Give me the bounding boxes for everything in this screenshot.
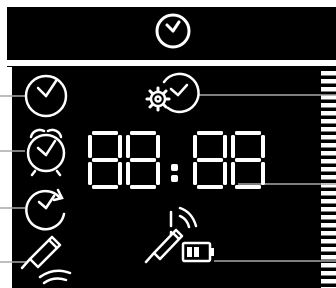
segment-b bbox=[156, 135, 160, 158]
battery-cell bbox=[187, 247, 192, 257]
segment-c bbox=[261, 162, 265, 185]
ladder-segment bbox=[321, 151, 336, 156]
segment-e bbox=[88, 162, 92, 185]
segment-b bbox=[261, 135, 265, 158]
segment-g bbox=[235, 158, 261, 162]
segment-a bbox=[235, 131, 261, 135]
ladder-segment bbox=[321, 215, 336, 220]
segment-d bbox=[235, 185, 261, 189]
ladder-segment bbox=[321, 119, 336, 124]
ladder-segment bbox=[321, 207, 336, 212]
ladder-segment bbox=[321, 167, 336, 172]
ladder-segment bbox=[321, 79, 336, 84]
segment-c bbox=[156, 162, 160, 185]
segment-d bbox=[92, 185, 118, 189]
segment-f bbox=[88, 135, 92, 158]
ladder-segment bbox=[321, 255, 336, 260]
ladder-segment bbox=[321, 263, 336, 268]
scale-ladder bbox=[321, 71, 336, 288]
segment-c bbox=[118, 162, 122, 185]
segment-e bbox=[126, 162, 130, 185]
ladder-segment bbox=[321, 175, 336, 180]
battery-cell bbox=[194, 247, 199, 257]
ladder-segment bbox=[321, 231, 336, 236]
segment-b bbox=[118, 135, 122, 158]
ladder-segment bbox=[321, 87, 336, 92]
left-edge-bar bbox=[7, 67, 12, 288]
segment-g bbox=[197, 158, 223, 162]
lcd-panel: : bbox=[0, 0, 336, 288]
segment-b bbox=[223, 135, 227, 158]
ladder-segment bbox=[321, 111, 336, 116]
segment-a bbox=[130, 131, 156, 135]
segment-d bbox=[130, 185, 156, 189]
ladder-segment bbox=[321, 239, 336, 244]
segment-d bbox=[197, 185, 223, 189]
segment-g bbox=[92, 158, 118, 162]
ladder-segment bbox=[321, 135, 336, 140]
battery-cell bbox=[201, 247, 206, 257]
ladder-segment bbox=[321, 199, 336, 204]
segment-f bbox=[231, 135, 235, 158]
ladder-segment bbox=[321, 159, 336, 164]
ladder-segment bbox=[321, 191, 336, 196]
segment-a bbox=[197, 131, 223, 135]
segment-e bbox=[193, 162, 197, 185]
ladder-segment bbox=[321, 247, 336, 252]
ladder-segment bbox=[321, 279, 336, 284]
segment-f bbox=[126, 135, 130, 158]
ladder-segment bbox=[321, 271, 336, 276]
segment-g bbox=[130, 158, 156, 162]
ladder-segment bbox=[321, 127, 336, 132]
ladder-segment bbox=[321, 71, 336, 76]
ladder-segment bbox=[321, 143, 336, 148]
lcd-drawing: : bbox=[0, 7, 336, 288]
segment-c bbox=[223, 162, 227, 185]
ladder-segment bbox=[321, 103, 336, 108]
ladder-segment bbox=[321, 223, 336, 228]
battery-level bbox=[187, 247, 206, 257]
segment-a bbox=[92, 131, 118, 135]
segment-e bbox=[231, 162, 235, 185]
segment-f bbox=[193, 135, 197, 158]
